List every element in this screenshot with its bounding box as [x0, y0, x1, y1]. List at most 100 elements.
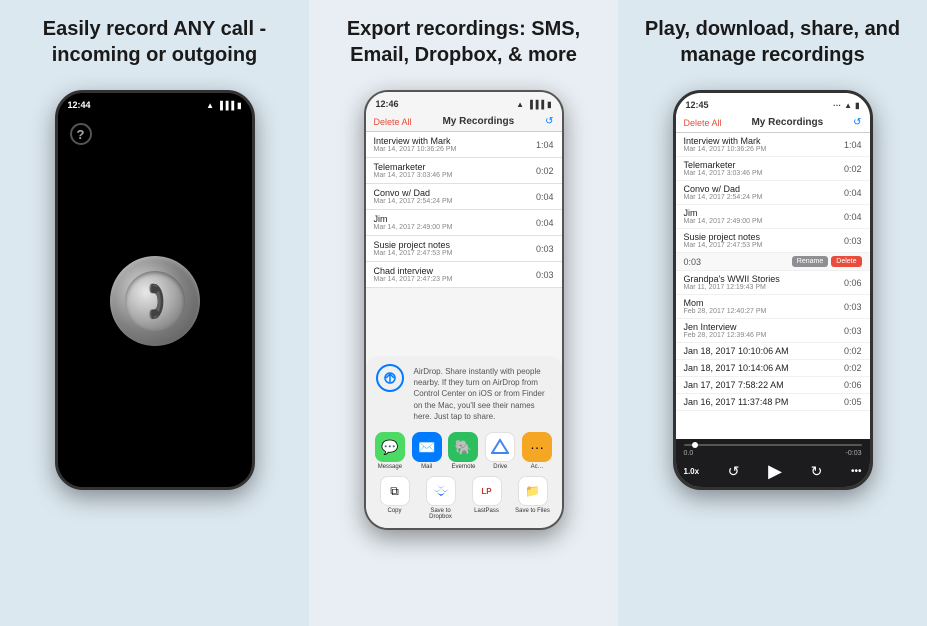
- rewind-button[interactable]: ↺: [728, 463, 740, 480]
- recording-screen: 12:44 ▲ ▐▐▐ ▮ ? 📞: [58, 93, 252, 487]
- recording-body: ? 📞: [58, 115, 252, 487]
- phone-icon: 📞: [132, 279, 177, 324]
- signal-icon-2: ▐▐▐: [527, 100, 544, 109]
- list-item[interactable]: Telemarketer Mar 14, 2017 3:03:46 PM 0:0…: [366, 158, 562, 184]
- panel-3-title: Play, download, share, and manage record…: [630, 16, 915, 76]
- more-app-label: Ac…: [531, 464, 544, 470]
- status-time-3: 12:45: [686, 100, 709, 110]
- list-item[interactable]: Susie project notes Mar 14, 2017 2:47:53…: [676, 229, 870, 253]
- lastpass-action-label: LastPass: [474, 508, 499, 514]
- files-action-icon: 📁: [518, 476, 548, 506]
- copy-action-icon: ⧉: [380, 476, 410, 506]
- status-bar-1: 12:44 ▲ ▐▐▐ ▮: [58, 93, 252, 115]
- list-item[interactable]: Jan 16, 2017 11:37:48 PM 0:05: [676, 394, 870, 411]
- list-item[interactable]: Interview with Mark Mar 14, 2017 10:36:2…: [366, 132, 562, 158]
- playback-controls: 1.0x ↺ ▶ ↻ •••: [684, 461, 862, 482]
- status-icons-2: ▲ ▐▐▐ ▮: [516, 100, 551, 109]
- share-sheet: AirDrop. Share instantly with people nea…: [366, 356, 562, 528]
- delete-button[interactable]: Delete: [831, 256, 861, 267]
- playback-speed[interactable]: 1.0x: [684, 467, 700, 476]
- more-app-icon: ···: [522, 432, 552, 462]
- battery-icon-2: ▮: [547, 100, 551, 109]
- drive-app-icon: [485, 432, 515, 462]
- list-item[interactable]: Mom Feb 28, 2017 12:40:27 PM 0:03: [676, 295, 870, 319]
- delete-all-btn-2[interactable]: Delete All: [374, 117, 412, 127]
- panel-export: Export recordings: SMS, Email, Dropbox, …: [309, 0, 618, 626]
- files-action-label: Save to Files: [515, 508, 550, 514]
- share-action-copy[interactable]: ⧉ Copy: [377, 476, 413, 520]
- list-item[interactable]: Jen Interview Feb 28, 2017 12:39:46 PM 0…: [676, 319, 870, 343]
- share-app-drive[interactable]: Drive: [482, 432, 518, 470]
- status-bar-3: 12:45 ··· ▲ ▮: [676, 93, 870, 115]
- panel-1-title: Easily record ANY call - incoming or out…: [12, 16, 297, 76]
- manage-header: Delete All My Recordings ↺: [676, 115, 870, 133]
- recordings-list-2: Interview with Mark Mar 14, 2017 10:36:2…: [366, 132, 562, 288]
- phone-frame-3: 12:45 ··· ▲ ▮ Delete All My Recordings ↺…: [673, 90, 873, 490]
- share-action-files[interactable]: 📁 Save to Files: [515, 476, 551, 520]
- more-button[interactable]: •••: [851, 466, 862, 477]
- share-app-more[interactable]: ··· Ac…: [519, 432, 555, 470]
- list-item[interactable]: Jan 17, 2017 7:58:22 AM 0:06: [676, 377, 870, 394]
- phone-frame-2: 12:46 ▲ ▐▐▐ ▮ Delete All My Recordings ↺…: [364, 90, 564, 530]
- list-item[interactable]: Jan 18, 2017 10:10:06 AM 0:02: [676, 343, 870, 360]
- share-apps-row: 💬 Message ✉️ Mail 🐘 Evernote: [372, 432, 556, 470]
- battery-icon-3: ▮: [855, 101, 859, 110]
- list-item[interactable]: Telemarketer Mar 14, 2017 3:03:46 PM 0:0…: [676, 157, 870, 181]
- rename-button[interactable]: Rename: [792, 256, 828, 267]
- signal-icon: ▐▐▐: [217, 101, 234, 110]
- dots-icon: ···: [833, 101, 841, 110]
- share-action-dropbox[interactable]: Save to Dropbox: [423, 476, 459, 520]
- share-app-message[interactable]: 💬 Message: [372, 432, 408, 470]
- refresh-btn-2[interactable]: ↺: [545, 116, 553, 127]
- list-item[interactable]: Grandpa's WWII Stories Mar 11, 2017 12:1…: [676, 271, 870, 295]
- panel-manage: Play, download, share, and manage record…: [618, 0, 927, 626]
- status-icons-1: ▲ ▐▐▐ ▮: [206, 101, 241, 110]
- list-item[interactable]: Convo w/ Dad Mar 14, 2017 2:54:24 PM 0:0…: [366, 184, 562, 210]
- message-app-label: Message: [378, 464, 402, 470]
- mail-app-label: Mail: [421, 464, 432, 470]
- status-time-1: 12:44: [68, 100, 91, 110]
- delete-all-btn-3[interactable]: Delete All: [684, 118, 722, 128]
- share-app-mail[interactable]: ✉️ Mail: [409, 432, 445, 470]
- wifi-icon-2: ▲: [516, 100, 524, 109]
- refresh-btn-3[interactable]: ↺: [853, 117, 861, 128]
- list-item[interactable]: Susie project notes Mar 14, 2017 2:47:53…: [366, 236, 562, 262]
- status-time-2: 12:46: [376, 99, 399, 109]
- recordings-title-2: My Recordings: [442, 116, 514, 127]
- status-bar-2: 12:46 ▲ ▐▐▐ ▮: [366, 92, 562, 114]
- list-item[interactable]: Chad interview Mar 14, 2017 2:47:23 PM 0…: [366, 262, 562, 288]
- progress-start: 0.0: [684, 450, 694, 457]
- progress-track[interactable]: [684, 444, 862, 446]
- list-item[interactable]: Jim Mar 14, 2017 2:49:00 PM 0:04: [366, 210, 562, 236]
- progress-end: -0:03: [846, 450, 862, 457]
- progress-thumb[interactable]: [692, 442, 698, 448]
- lastpass-action-icon: LP: [472, 476, 502, 506]
- phone-frame-1: 12:44 ▲ ▐▐▐ ▮ ? 📞: [55, 90, 255, 490]
- airdrop-icon: [376, 364, 404, 392]
- progress-labels: 0.0 -0:03: [684, 450, 862, 457]
- help-button[interactable]: ?: [70, 123, 92, 145]
- mail-app-icon: ✉️: [412, 432, 442, 462]
- active-recording-item[interactable]: 0:03 Rename Delete: [676, 253, 870, 271]
- drive-app-label: Drive: [493, 464, 507, 470]
- manage-title: My Recordings: [751, 117, 823, 128]
- playback-bar: 0.0 -0:03 1.0x ↺ ▶ ↻ •••: [676, 439, 870, 487]
- share-app-evernote[interactable]: 🐘 Evernote: [445, 432, 481, 470]
- list-item[interactable]: Jim Mar 14, 2017 2:49:00 PM 0:04: [676, 205, 870, 229]
- forward-button[interactable]: ↻: [811, 463, 823, 480]
- wifi-icon-3: ▲: [844, 101, 852, 110]
- record-inner: 📞: [125, 271, 185, 331]
- list-item[interactable]: Convo w/ Dad Mar 14, 2017 2:54:24 PM 0:0…: [676, 181, 870, 205]
- record-button[interactable]: 📞: [110, 256, 200, 346]
- battery-icon: ▮: [237, 101, 241, 110]
- recordings-header-2: Delete All My Recordings ↺: [366, 114, 562, 132]
- share-action-lastpass[interactable]: LP LastPass: [469, 476, 505, 520]
- evernote-app-label: Evernote: [451, 464, 475, 470]
- status-icons-3: ··· ▲ ▮: [833, 101, 859, 110]
- list-item[interactable]: Interview with Mark Mar 14, 2017 10:36:2…: [676, 133, 870, 157]
- dropbox-action-icon: [426, 476, 456, 506]
- play-button[interactable]: ▶: [768, 461, 782, 482]
- list-item[interactable]: Jan 18, 2017 10:14:06 AM 0:02: [676, 360, 870, 377]
- airdrop-text: AirDrop. Share instantly with people nea…: [410, 364, 552, 428]
- copy-action-label: Copy: [387, 508, 401, 514]
